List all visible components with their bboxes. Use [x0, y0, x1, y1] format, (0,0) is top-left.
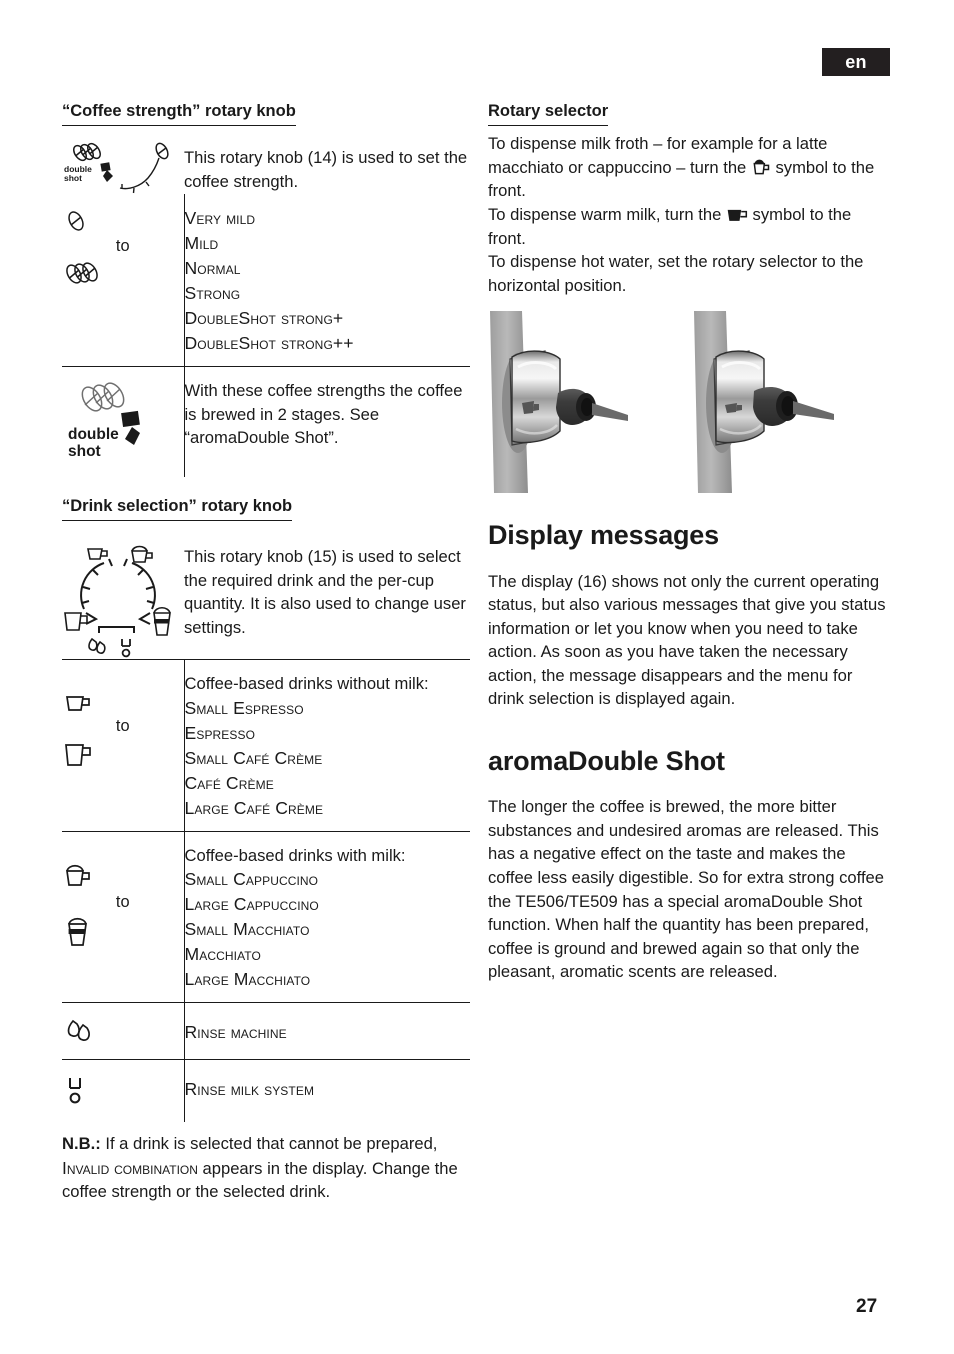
cappuccino-cup-icon — [62, 862, 184, 890]
without-milk-item-3: Café Crème — [184, 772, 274, 793]
milk-frother-rotary-selector-photo — [488, 311, 678, 494]
coffee-strength-levels-cell: Very mild Mild Normal Strong DoubleShot … — [184, 194, 470, 366]
coffee-strength-heading: “Coffee strength” rotary knob — [62, 100, 296, 127]
strength-range-label: to — [115, 237, 130, 256]
without-milk-item-0: Small Espresso — [184, 697, 304, 718]
small-espresso-cup-icon — [62, 690, 184, 714]
with-milk-item-2: Small Macchiato — [184, 919, 310, 940]
note-text-before: If a drink is selected that cannot be pr… — [100, 1134, 438, 1154]
aroma-double-shot-body: The longer the coffee is brewed, the mor… — [488, 797, 885, 982]
coffee-strength-intro: This rotary knob (14) is used to set the… — [184, 148, 468, 191]
strength-level-5: DoubleShot strong++ — [184, 333, 354, 354]
with-milk-title: Coffee-based drinks with milk: — [184, 845, 406, 865]
without-milk-item-2: Small Café Crème — [184, 747, 323, 768]
double-shot-text-cell: With these coffee strengths the coffee i… — [184, 366, 470, 478]
three-beans-icon — [62, 260, 184, 286]
latte-macchiato-glass-icon — [62, 915, 184, 949]
with-milk-range-label: to — [115, 892, 130, 911]
strength-level-1: Mild — [184, 233, 219, 254]
left-column: “Coffee strength” rotary knob double sho… — [62, 100, 470, 1204]
drink-knob-icon-cell — [62, 527, 184, 660]
rotary-selector-line3: To dispense hot water, set the rotary se… — [488, 252, 864, 295]
rinse-machine-icon-cell — [62, 1002, 185, 1060]
coffee-strength-knob-icon: double shot — [62, 142, 184, 194]
drink-selection-intro: This rotary knob (15) is used to select … — [184, 547, 466, 638]
display-messages-body: The display (16) shows not only the curr… — [488, 571, 886, 709]
with-milk-item-4: Large Macchiato — [184, 969, 311, 990]
milk-frother-rotary-selector-photo — [692, 311, 882, 494]
coffee-strength-table: double shot This rotary knob (14) is use… — [62, 132, 470, 478]
with-milk-text-cell: Coffee-based drinks with milk: Small Cap… — [184, 830, 470, 1003]
rinse-milk-label: Rinse milk system — [184, 1079, 315, 1100]
without-milk-title: Coffee-based drinks without milk: — [184, 674, 429, 694]
rotary-selector-line2-before: To dispense warm milk, turn the — [488, 204, 726, 224]
with-milk-icon-cell: to — [62, 830, 185, 1003]
rinse-milk-text-cell: Rinse milk system — [184, 1059, 470, 1123]
right-column: Rotary selector To dispense milk froth –… — [488, 100, 892, 998]
with-milk-item-1: Large Cappuccino — [184, 894, 319, 915]
double-shot-beans-icon: double shot — [62, 377, 184, 465]
strength-level-4: DoubleShot strong+ — [184, 308, 344, 329]
drink-selection-table: This rotary knob (15) is used to select … — [62, 527, 470, 1123]
rotary-selector-heading: Rotary selector — [488, 100, 609, 127]
without-milk-item-4: Large Café Crème — [184, 797, 324, 818]
svg-text:double: double — [68, 426, 119, 443]
double-shot-text: With these coffee strengths the coffee i… — [184, 381, 463, 448]
drink-selection-knob-icon — [62, 541, 184, 659]
aroma-double-shot-heading: aromaDouble Shot — [488, 745, 725, 776]
language-badge: en — [822, 48, 890, 76]
rotary-selector-line2: To dispense warm milk, turn the symbol t… — [488, 203, 892, 250]
coffee-strength-intro-cell: This rotary knob (14) is used to set the… — [184, 132, 470, 194]
note-block: N.B.: If a drink is selected that cannot… — [62, 1132, 470, 1204]
display-messages-heading: Display messages — [488, 520, 719, 551]
rinse-machine-label: Rinse machine — [184, 1022, 287, 1043]
with-milk-item-0: Small Cappuccino — [184, 869, 319, 890]
drink-selection-heading: “Drink selection” rotary knob — [62, 495, 293, 522]
drink-selection-intro-cell: This rotary knob (15) is used to select … — [184, 527, 470, 660]
strength-level-2: Normal — [184, 258, 241, 279]
svg-text:shot: shot — [64, 173, 82, 183]
without-milk-range-label: to — [115, 717, 130, 736]
without-milk-item-1: Espresso — [184, 722, 256, 743]
with-milk-item-3: Macchiato — [184, 944, 261, 965]
rinse-milk-icon-cell — [62, 1059, 185, 1123]
rotary-selector-line1: To dispense milk froth – for example for… — [488, 132, 892, 203]
strength-level-3: Strong — [184, 283, 241, 304]
note-label: N.B.: — [62, 1134, 101, 1154]
svg-text:shot: shot — [68, 443, 101, 460]
page-number: 27 — [856, 1296, 878, 1317]
rinse-machine-text-cell: Rinse machine — [184, 1002, 470, 1060]
milk-froth-symbol-icon — [751, 157, 771, 177]
one-bean-icon — [62, 208, 184, 234]
rinse-milk-system-icon — [62, 1074, 184, 1106]
frother-photo-row — [488, 311, 892, 494]
strength-level-0: Very mild — [184, 208, 256, 229]
strength-knob-icon-cell: double shot — [62, 132, 184, 194]
without-milk-text-cell: Coffee-based drinks without milk: Small … — [184, 659, 470, 832]
without-milk-icon-cell: to — [62, 659, 185, 832]
manual-page: en “Coffee strength” rotary knob double … — [0, 0, 954, 1354]
strength-range-icon-cell: to — [62, 194, 185, 367]
warm-milk-symbol-icon — [726, 206, 748, 224]
double-shot-icon-cell: double shot — [62, 366, 185, 478]
large-cafe-creme-mug-icon — [62, 740, 184, 770]
rinse-machine-drops-icon — [62, 1017, 184, 1042]
note-message: Invalid combination — [62, 1157, 198, 1178]
